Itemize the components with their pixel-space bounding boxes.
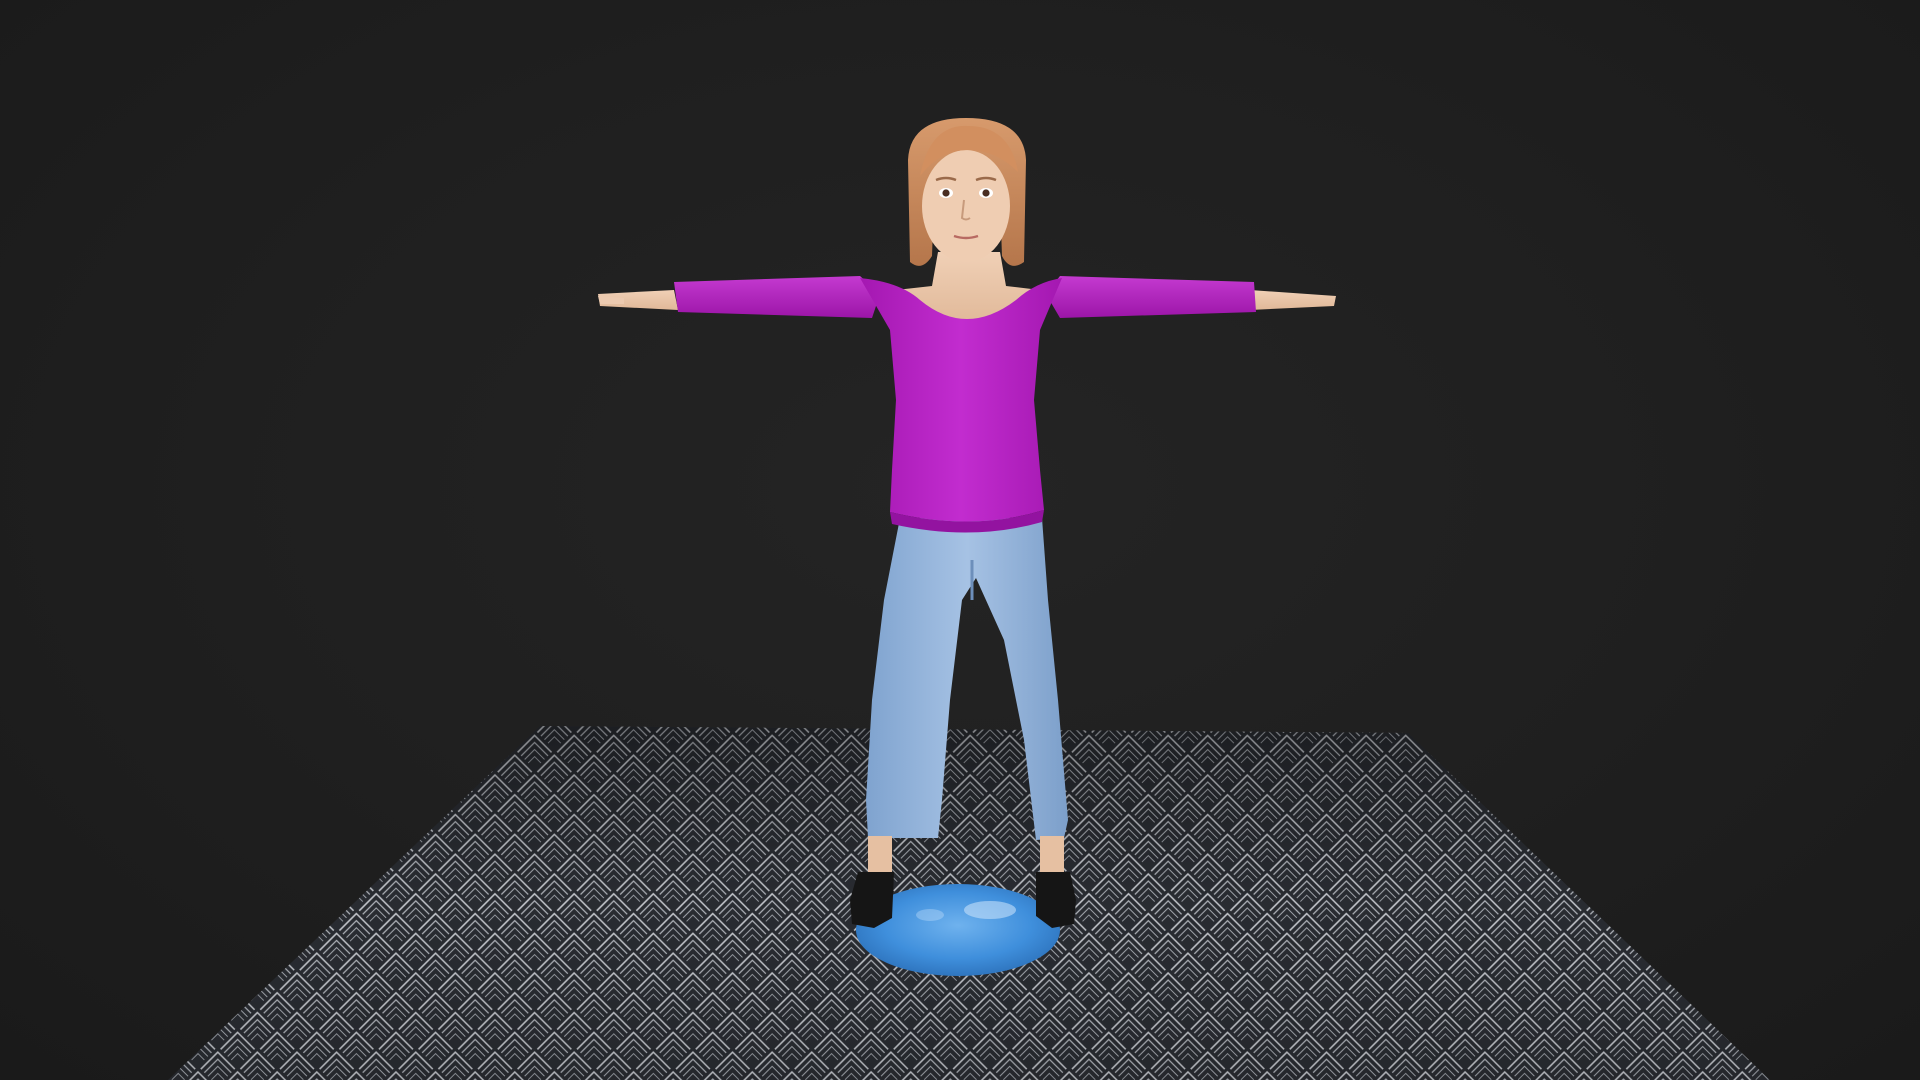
scene-render — [168, 118, 1770, 1080]
head — [908, 118, 1026, 266]
3d-viewport[interactable] — [0, 0, 1920, 1080]
